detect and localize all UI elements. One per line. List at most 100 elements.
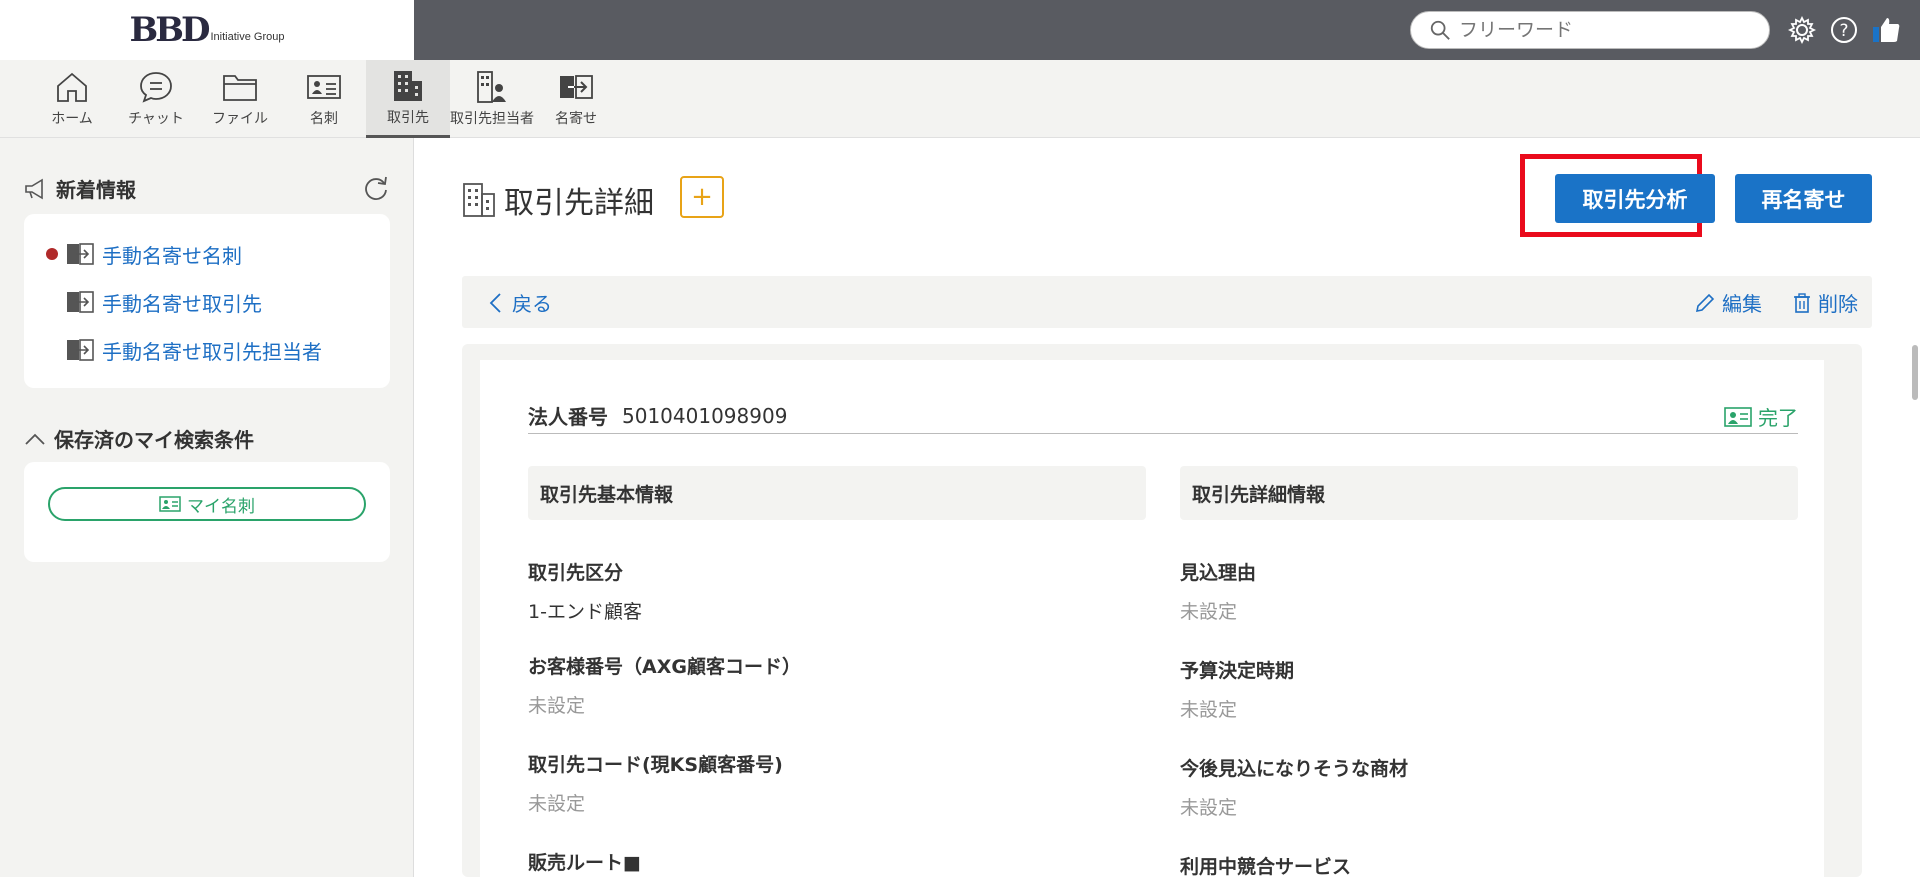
field-label: 取引先区分	[528, 562, 624, 584]
re-merge-button[interactable]: 再名寄せ	[1735, 174, 1872, 223]
corp-number-label: 法人番号	[528, 405, 608, 429]
nav-file[interactable]: ファイル	[206, 60, 274, 138]
basic-info-heading: 取引先基本情報	[528, 466, 1146, 520]
logo[interactable]: BBD Initiative Group	[0, 0, 414, 60]
news-card: 手動名寄せ名刺 手動名寄せ取引先 手動名寄せ取引先担当者	[24, 214, 390, 388]
saved-search-title: 保存済のマイ検索条件	[54, 428, 254, 452]
edit-label: 編集	[1722, 292, 1762, 316]
nav-business-card[interactable]: 名刺	[292, 60, 356, 138]
search-box[interactable]	[1410, 11, 1770, 49]
detail-info-heading: 取引先詳細情報	[1180, 466, 1798, 520]
field-label: 予算決定時期	[1180, 660, 1295, 682]
news-header: 新着情報	[24, 174, 136, 203]
add-button[interactable]: +	[680, 176, 724, 218]
delete-link[interactable]: 削除	[1792, 288, 1858, 317]
saved-search-header[interactable]: 保存済のマイ検索条件	[24, 424, 254, 453]
business-card-icon	[307, 75, 341, 99]
field-label: 見込理由	[1180, 562, 1257, 584]
delete-label: 削除	[1818, 292, 1858, 316]
home-icon	[57, 72, 87, 102]
my-card-button[interactable]: マイ名刺	[48, 487, 366, 521]
nav-label: ホーム	[51, 111, 93, 127]
field-value: 未設定	[528, 793, 586, 815]
back-label: 戻る	[512, 292, 552, 316]
news-item[interactable]: 手動名寄せ取引先担当者	[46, 326, 390, 374]
detail-card: 法人番号 5010401098909 完了 取引先基本情報 取引先詳細情報 取引…	[480, 360, 1824, 877]
merge-icon	[67, 291, 94, 313]
corp-number-row: 法人番号 5010401098909 完了	[528, 398, 1798, 434]
news-item-label: 手動名寄せ名刺	[102, 243, 242, 268]
saved-search-card: マイ名刺	[24, 462, 390, 562]
field-label: 取引先コード(現KS顧客番号)	[528, 754, 783, 776]
account-analysis-button[interactable]: 取引先分析	[1555, 174, 1715, 223]
field-account-type: 取引先区分 1-エンド顧客	[528, 558, 642, 624]
logo-subtitle: Initiative Group	[210, 31, 285, 43]
edit-link[interactable]: 編集	[1694, 288, 1762, 317]
field-value: 未設定	[1180, 797, 1238, 819]
top-bar: BBD Initiative Group ?	[0, 0, 1920, 60]
nav-chat[interactable]: チャット	[120, 60, 192, 138]
field-value: 未設定	[528, 695, 586, 717]
merge-icon	[67, 339, 94, 361]
svg-text:?: ?	[1839, 21, 1848, 41]
sidebar: 新着情報 手動名寄せ名刺 手動名寄せ取引先 手動名寄せ取引先担当者 保存済のマイ…	[0, 138, 414, 877]
my-card-label: マイ名刺	[187, 496, 255, 517]
field-value: 未設定	[1180, 601, 1238, 623]
field-competitor-services: 利用中競合サービス	[1180, 852, 1351, 877]
search-input[interactable]	[1459, 19, 1749, 41]
main-content: 取引先詳細 + 取引先分析 再名寄せ 戻る 編集 削除 法人番号 5010401…	[414, 138, 1920, 877]
help-icon[interactable]: ?	[1828, 14, 1860, 46]
nav-label: ファイル	[212, 111, 268, 127]
nav-accounts[interactable]: 取引先	[366, 60, 450, 138]
complete-label: 完了	[1758, 406, 1798, 430]
scrollbar-thumb[interactable]	[1912, 345, 1918, 400]
megaphone-icon	[25, 178, 43, 199]
news-item[interactable]: 手動名寄せ名刺	[46, 230, 390, 278]
field-sales-route: 販売ルート■	[528, 848, 641, 875]
nav-label: 取引先担当者	[450, 111, 534, 127]
page-title: 取引先詳細	[462, 178, 654, 222]
news-item[interactable]: 手動名寄せ取引先	[46, 278, 390, 326]
detail-panel: 法人番号 5010401098909 完了 取引先基本情報 取引先詳細情報 取引…	[462, 344, 1862, 877]
logo-mark: BBD	[129, 10, 211, 50]
unread-dot	[46, 248, 58, 260]
news-item-label: 手動名寄せ取引先担当者	[102, 339, 322, 364]
building-person-icon	[477, 71, 506, 103]
chevron-up-icon	[25, 433, 45, 445]
business-card-icon	[1724, 406, 1752, 427]
nav-label: 取引先	[387, 109, 429, 126]
field-value: 未設定	[1180, 699, 1238, 721]
chevron-left-icon	[489, 292, 501, 313]
refresh-icon[interactable]	[362, 174, 390, 202]
complete-button[interactable]: 完了	[1724, 402, 1798, 431]
merge-icon	[67, 243, 94, 265]
nav-label: チャット	[128, 111, 184, 127]
nav-label: 名寄せ	[555, 111, 597, 127]
gear-icon[interactable]	[1786, 14, 1818, 46]
thumbs-up-icon[interactable]	[1870, 14, 1902, 46]
field-prospect-reason: 見込理由 未設定	[1180, 558, 1256, 624]
trash-icon	[1794, 292, 1810, 313]
news-title: 新着情報	[56, 178, 136, 202]
business-card-icon	[159, 496, 181, 512]
main-nav: ホーム チャット ファイル 名刺 取引先 取引先担当者 名寄せ	[0, 60, 1920, 138]
page-title-text: 取引先詳細	[504, 186, 654, 221]
field-future-products: 今後見込になりそうな商材 未設定	[1180, 754, 1408, 820]
news-item-label: 手動名寄せ取引先	[102, 291, 262, 316]
nav-account-contacts[interactable]: 取引先担当者	[450, 60, 534, 138]
chat-icon	[140, 72, 172, 103]
folder-icon	[223, 75, 257, 101]
building-icon	[463, 183, 495, 217]
field-budget-timing: 予算決定時期 未設定	[1180, 656, 1294, 722]
search-icon	[1430, 20, 1450, 40]
field-label: 利用中競合サービス	[1180, 856, 1352, 877]
field-account-code: 取引先コード(現KS顧客番号) 未設定	[528, 750, 783, 816]
field-customer-number: お客様番号（AXG顧客コード） 未設定	[528, 652, 801, 718]
back-link[interactable]: 戻る	[486, 288, 552, 317]
merge-icon	[560, 75, 593, 99]
field-label: 今後見込になりそうな商材	[1180, 758, 1409, 780]
nav-merge[interactable]: 名寄せ	[548, 60, 604, 138]
nav-label: 名刺	[310, 111, 338, 127]
nav-home[interactable]: ホーム	[40, 60, 104, 138]
field-value: 1-エンド顧客	[528, 601, 642, 623]
